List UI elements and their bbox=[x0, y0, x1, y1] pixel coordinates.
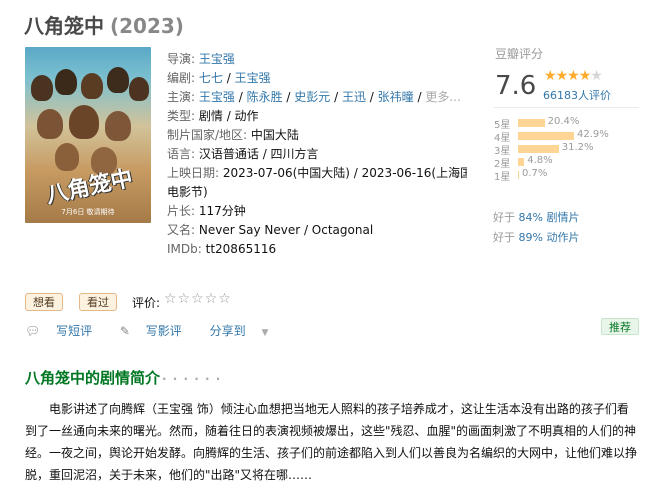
star-icon: ★ bbox=[567, 68, 580, 84]
rating-bar-pct: 20.4% bbox=[547, 116, 580, 127]
star-icon: ★ bbox=[578, 68, 592, 84]
share-menu[interactable]: 分享到 ▼ bbox=[210, 324, 281, 338]
rating-label: 豆瓣评分 bbox=[495, 47, 544, 61]
rating-bar-fill bbox=[518, 132, 574, 140]
genre-row: 类型: 剧情 / 动作 bbox=[167, 107, 467, 126]
language-value: 汉语普通话 / 四川方言 bbox=[198, 147, 319, 161]
cast-label: 主演: bbox=[167, 90, 196, 104]
poster-date-text: 7月6日 敬请期待 bbox=[61, 208, 115, 216]
rating-bar-pct: 42.9% bbox=[577, 129, 609, 140]
rating-bar-pct: 0.7% bbox=[522, 168, 548, 179]
better-than-pct[interactable]: 89% bbox=[519, 231, 543, 244]
cast-more-link[interactable]: 更多... bbox=[425, 90, 460, 104]
rating-bar-pct: 4.8% bbox=[527, 155, 553, 166]
star-icon: ★ bbox=[555, 68, 569, 84]
star-icon: ★ bbox=[590, 68, 603, 84]
cast-link[interactable]: 王宝强 bbox=[199, 90, 235, 104]
better-than-prefix: 好于 bbox=[493, 231, 515, 244]
runtime-label: 片长: bbox=[167, 204, 196, 218]
rate-stars-input[interactable]: ☆☆☆☆☆ bbox=[164, 291, 232, 307]
release-date: 2023-07-06(中国大陆) bbox=[222, 166, 350, 180]
rating-bar-fill bbox=[518, 158, 525, 166]
pencil-icon: ✎ bbox=[119, 324, 130, 338]
genre-label: 类型: bbox=[167, 109, 196, 123]
synopsis-title-text: 八角笼中的剧情简介 bbox=[25, 369, 161, 387]
writer-label: 编剧: bbox=[167, 71, 196, 85]
country-value: 中国大陆 bbox=[250, 128, 299, 142]
writer-link[interactable]: 王宝强 bbox=[235, 71, 271, 85]
genre-value: 剧情 / 动作 bbox=[198, 109, 259, 123]
write-comment-link[interactable]: 💬︎ 写短评 bbox=[25, 324, 104, 338]
language-row: 语言: 汉语普通话 / 四川方言 bbox=[167, 145, 467, 164]
better-than-pct[interactable]: 84% bbox=[519, 211, 543, 224]
country-row: 制片国家/地区: 中国大陆 bbox=[167, 126, 467, 145]
writer-row: 编剧: 七七 / 王宝强 bbox=[167, 71, 271, 85]
director-row: 导演: 王宝强 bbox=[167, 50, 467, 69]
rating-bar-fill bbox=[518, 119, 545, 127]
cast-row: 主演: 王宝强 / 陈永胜 / 史彭元 / 王迅 / 张祎曈 / 更多... bbox=[167, 90, 461, 104]
rating-bar-fill bbox=[518, 145, 559, 153]
director-label: 导演: bbox=[167, 52, 196, 66]
want-to-watch-button[interactable]: 想看 bbox=[25, 293, 63, 311]
action-links: 💬︎ 写短评 ✎ 写影评 分享到 ▼ bbox=[25, 322, 292, 339]
cast-link[interactable]: 史彭元 bbox=[294, 90, 330, 104]
country-label: 制片国家/地区: bbox=[167, 128, 248, 142]
cast-link[interactable]: 陈永胜 bbox=[247, 90, 283, 104]
chevron-down-icon: ▼ bbox=[261, 328, 269, 338]
writer-link[interactable]: 七七 bbox=[199, 71, 223, 85]
rating-stars: ★★★★★ bbox=[544, 68, 603, 84]
rating-score: 7.6 bbox=[495, 71, 537, 101]
rating-bar-label: 1星 bbox=[494, 172, 511, 183]
release-date-continued: 电影节) bbox=[167, 185, 208, 199]
write-review-link[interactable]: ✎ 写影评 bbox=[120, 324, 194, 338]
better-than-row: 好于 89% 动作片 bbox=[493, 229, 579, 245]
better-than-genre[interactable]: 剧情片 bbox=[546, 211, 579, 224]
release-label: 上映日期: bbox=[167, 166, 220, 180]
runtime-row: 片长: 117分钟 bbox=[167, 202, 467, 221]
movie-name: 八角笼中 bbox=[24, 14, 104, 38]
aka-row: 又名: Never Say Never / Octagonal bbox=[167, 221, 467, 240]
aka-value: Never Say Never / Octagonal bbox=[198, 223, 374, 237]
movie-year: (2023) bbox=[110, 14, 184, 38]
poster-title-text: 八角笼中 bbox=[43, 166, 136, 209]
director-link[interactable]: 王宝强 bbox=[199, 52, 235, 66]
better-than-prefix: 好于 bbox=[493, 211, 515, 224]
imdb-value: tt20865116 bbox=[205, 242, 277, 256]
cast-link[interactable]: 王迅 bbox=[342, 90, 366, 104]
cast-link[interactable]: 张祎曈 bbox=[378, 90, 414, 104]
comment-icon: 💬︎ bbox=[25, 324, 41, 338]
watched-button[interactable]: 看过 bbox=[79, 293, 117, 311]
rate-label: 评价: bbox=[132, 296, 161, 310]
imdb-label: IMDb: bbox=[167, 242, 202, 256]
synopsis-title: 八角笼中的剧情简介 · · · · · · bbox=[25, 367, 221, 388]
movie-info: 导演: 王宝强 编剧: 七七 / 王宝强 主演: 王宝强 / 陈永胜 / 史彭元… bbox=[167, 50, 467, 259]
movie-poster[interactable]: 八角笼中 7月6日 敬请期待 bbox=[25, 47, 151, 223]
runtime-value: 117分钟 bbox=[198, 204, 246, 218]
star-icon: ★ bbox=[544, 68, 557, 84]
better-than-genre[interactable]: 动作片 bbox=[546, 231, 579, 244]
release-date: 2023-06-16(上海国际 bbox=[361, 166, 467, 180]
better-than-row: 好于 84% 剧情片 bbox=[493, 209, 579, 225]
share-label: 分享到 bbox=[209, 324, 246, 338]
synopsis-title-dots: · · · · · · bbox=[162, 372, 222, 386]
page-title: 八角笼中 (2023) bbox=[24, 10, 184, 39]
release-row-continued: 电影节) bbox=[167, 183, 467, 202]
want-to-watch-label: 想看 bbox=[33, 296, 55, 309]
write-review-label: 写影评 bbox=[145, 324, 182, 338]
watched-label: 看过 bbox=[87, 296, 109, 309]
write-comment-label: 写短评 bbox=[56, 324, 93, 338]
aka-label: 又名: bbox=[167, 223, 196, 237]
rating-divider bbox=[494, 107, 639, 108]
release-row: 上映日期: 2023-07-06(中国大陆) / 2023-06-16(上海国际 bbox=[167, 164, 467, 183]
rating-bar-fill bbox=[518, 171, 519, 179]
rating-bar-pct: 31.2% bbox=[561, 142, 594, 153]
imdb-row: IMDb: tt20865116 bbox=[167, 240, 467, 259]
recommend-button[interactable]: 推荐 bbox=[601, 318, 639, 335]
synopsis-text: 电影讲述了向腾辉（王宝强 饰）倾注心血想把当地无人照料的孩子培养成才，这让生活本… bbox=[25, 402, 638, 482]
rating-votes-link[interactable]: 66183人评价 bbox=[543, 87, 611, 103]
language-label: 语言: bbox=[167, 147, 196, 161]
